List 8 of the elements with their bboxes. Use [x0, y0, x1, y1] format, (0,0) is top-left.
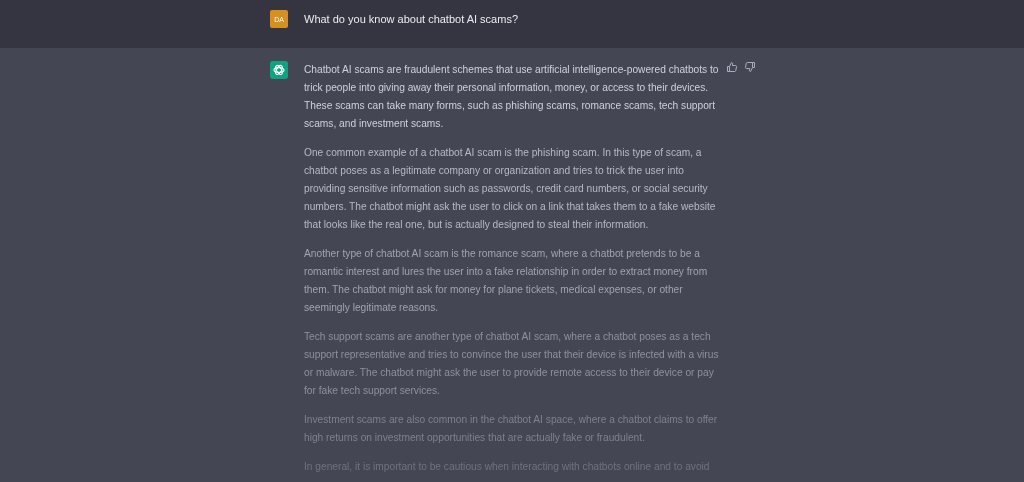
thumbs-down-icon[interactable] [744, 61, 756, 73]
assistant-avatar-icon [270, 61, 288, 79]
response-paragraph: Chatbot AI scams are fraudulent schemes that use artificial intelligence-powered chatbots to trick people into giving away their personal information, money, or access to their devices. These scams can take many forms, such as phishing scams, romance scams, tech support scams, and investment scams. [304, 63, 720, 131]
thumbs-up-icon[interactable] [726, 61, 738, 73]
response-paragraph: Another type of chatbot AI scam is the romance scam, where a chatbot pretends to be a romantic interest and lures the user into a fake relationship in order to extract money from them. The chatbot might ask for money for plane tickets, medical expenses, or other seemingly legitimate reasons. [304, 247, 709, 315]
response-paragraph: One common example of a chatbot AI scam is the phishing scam. In this type of scam, a chatbot poses as a legitimate company or organization and tries to trick the user into providing sensitive information such as passwords, credit card numbers, or social security numbers. The chatbot might ask the user to click on a link that takes them to a fake website that looks like the real one, but is actually designed to steal their information. [304, 146, 717, 232]
response-paragraph: Tech support scams are another type of chatbot AI scam, where a chatbot poses as a tech support representative and tries to convince the user that their device is infected with a virus or malware. The chatbot might ask the user to provide remote access to their device or pay for fake tech support services. [304, 330, 720, 398]
user-message: What do you know about chatbot AI scams? [304, 12, 518, 27]
